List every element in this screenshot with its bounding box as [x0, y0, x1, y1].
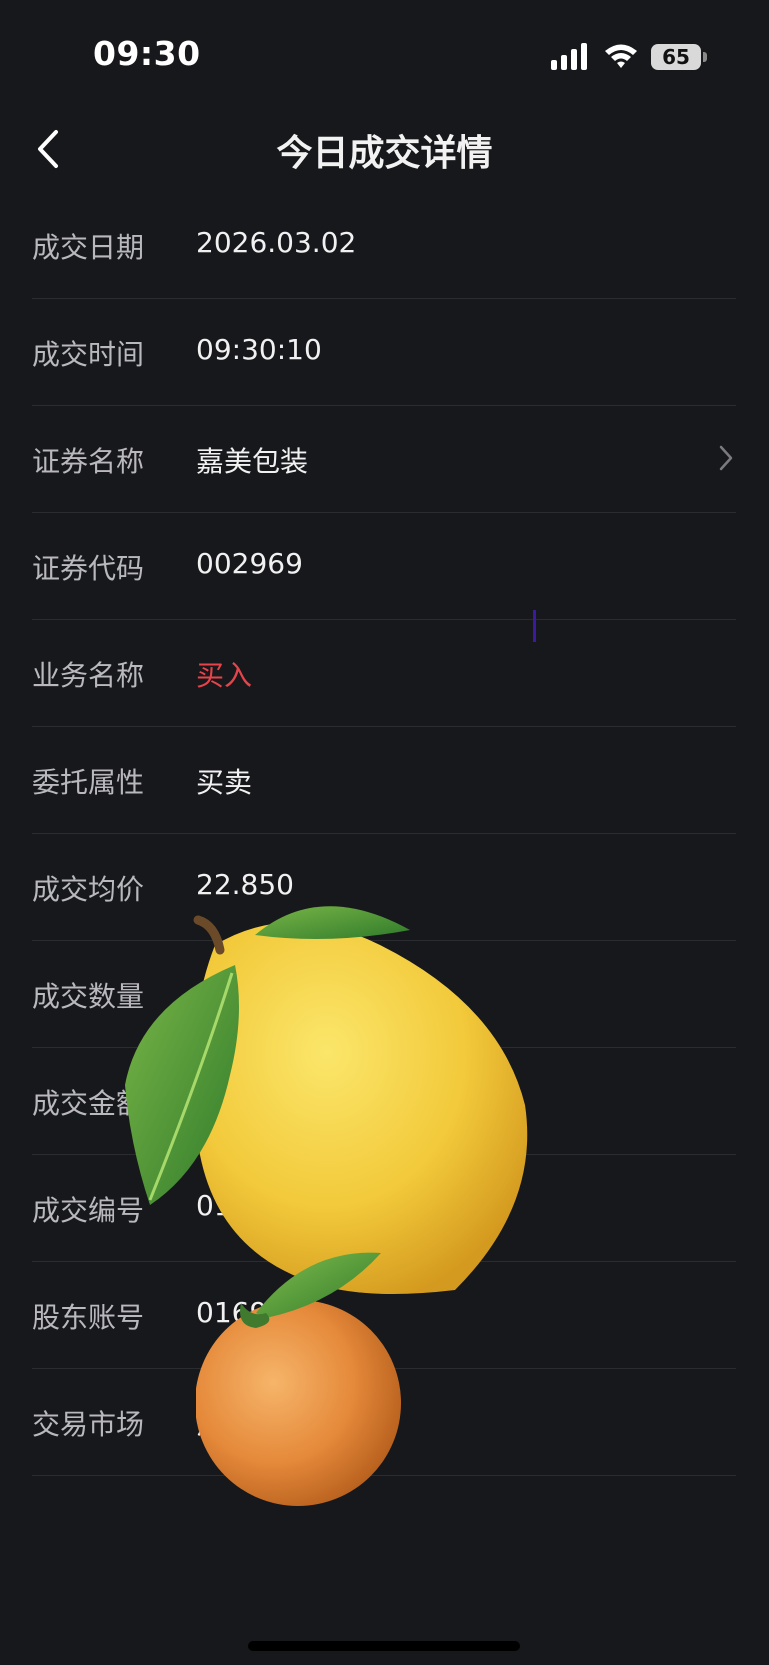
row-label: 委托属性 — [32, 766, 145, 799]
status-bar: 09:30 65 — [0, 0, 769, 110]
page-title: 今日成交详情 — [276, 133, 493, 174]
row-trade-time: 成交时间 09:30:10 — [0, 299, 769, 406]
row-label: 证券代码 — [32, 552, 145, 585]
lemon-emoji — [125, 906, 528, 1294]
row-value: 2026.03.02 — [196, 226, 357, 259]
chevron-right-icon — [719, 445, 733, 471]
row-value: 嘉美包装 — [196, 445, 309, 478]
wifi-icon — [605, 44, 637, 68]
row-trade-date: 成交日期 2026.03.02 — [0, 192, 769, 299]
row-security-code: 证券代码 002969 — [0, 513, 769, 620]
stray-mark — [533, 610, 536, 642]
battery-cap — [703, 52, 707, 62]
row-value: 002969 — [196, 547, 303, 580]
row-label: 证券名称 — [32, 445, 145, 478]
row-label: 交易市场 — [32, 1408, 145, 1441]
row-security-name[interactable]: 证券名称 嘉美包装 — [0, 406, 769, 513]
home-indicator — [248, 1641, 520, 1651]
orange-emoji — [196, 1252, 401, 1506]
status-time: 09:30 — [93, 34, 201, 73]
row-label: 业务名称 — [32, 659, 145, 692]
battery-icon: 65 — [651, 44, 709, 70]
nav-bar: 今日成交详情 — [0, 110, 769, 188]
row-value: 22.850 — [196, 868, 294, 901]
row-business-name: 业务名称 买入 — [0, 620, 769, 727]
row-order-attribute: 委托属性 买卖 — [0, 727, 769, 834]
signal-icon — [551, 43, 587, 70]
row-label: 股东账号 — [32, 1301, 145, 1334]
row-label: 成交日期 — [32, 231, 145, 264]
battery-level: 65 — [651, 44, 701, 70]
row-value: 买入 — [196, 659, 253, 692]
row-label: 成交时间 — [32, 338, 145, 371]
row-label: 成交均价 — [32, 873, 145, 906]
row-value: 09:30:10 — [196, 333, 322, 366]
row-value: 买卖 — [196, 766, 253, 799]
